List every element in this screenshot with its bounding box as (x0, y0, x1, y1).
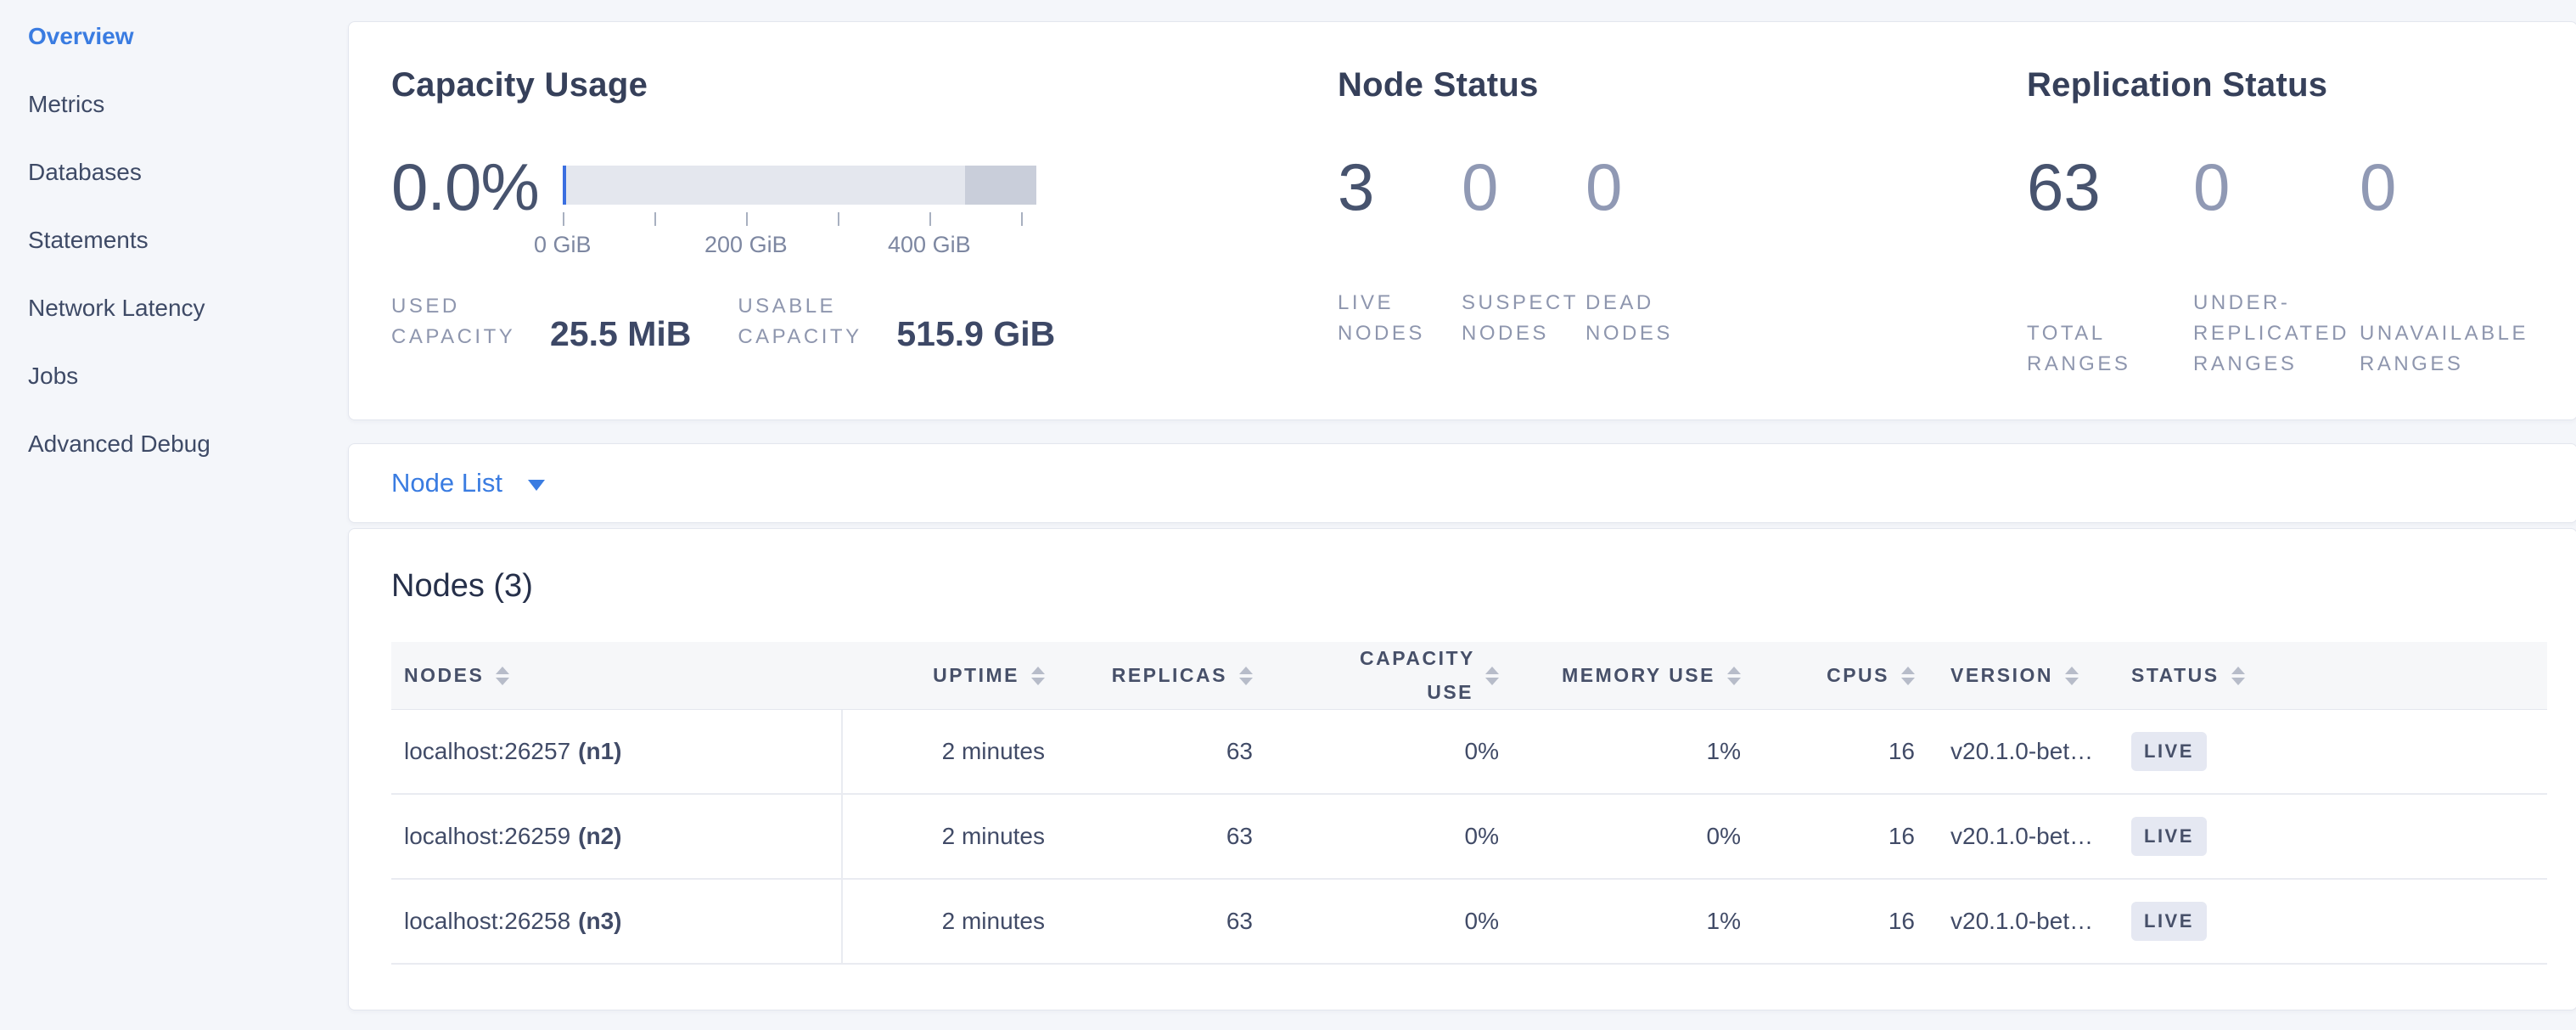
sort-icon[interactable] (2065, 667, 2079, 685)
node-list-dropdown[interactable]: Node List (391, 468, 545, 498)
sort-icon[interactable] (1485, 667, 1499, 685)
capacity-used-percent: 0.0% (391, 154, 539, 220)
sort-icon[interactable] (496, 667, 509, 685)
sort-icon[interactable] (1239, 667, 1253, 685)
cpus-cell: 16 (1741, 710, 1915, 793)
column-header-uptime[interactable]: UPTIME (843, 664, 1045, 687)
status-badge: LIVE (2131, 732, 2207, 771)
under-replicated-ranges-label: UNDER-REPLICATED RANGES (2193, 288, 2360, 380)
capacity-gauge-used-marker (563, 166, 566, 205)
sidebar-item-advanced-debug[interactable]: Advanced Debug (28, 431, 348, 499)
sort-icon[interactable] (1901, 667, 1915, 685)
live-nodes-count: 3 (1338, 154, 1462, 220)
suspect-nodes-count: 0 (1462, 154, 1585, 220)
status-badge: LIVE (2131, 902, 2207, 941)
nodes-table: NODES UPTIME REPLICAS CAPACITY USE MEMOR… (391, 642, 2547, 965)
capacity-use-cell: 0% (1253, 880, 1499, 963)
capacity-use-cell: 0% (1253, 710, 1499, 793)
table-row[interactable]: localhost:26257 (n1) 2 minutes 63 0% 1% … (391, 710, 2547, 795)
capacity-gauge-track (563, 166, 1036, 205)
cluster-summary-card: Capacity Usage 0.0% (348, 21, 2576, 420)
sort-icon[interactable] (1031, 667, 1045, 685)
axis-label-200gib: 200 GiB (704, 232, 788, 258)
node-address-cell[interactable]: localhost:26257 (n1) (391, 710, 843, 793)
capacity-gauge: 0 GiB 200 GiB 400 GiB (563, 166, 1036, 257)
node-id: (n2) (578, 823, 621, 850)
suspect-nodes-label: SUSPECT NODES (1462, 288, 1585, 349)
axis-label-0gib: 0 GiB (534, 232, 592, 258)
status-cell: LIVE (2123, 880, 2547, 963)
nodes-table-header: NODES UPTIME REPLICAS CAPACITY USE MEMOR… (391, 642, 2547, 710)
replication-status-section: Replication Status 63 0 0 TOTAL RANGES U… (2027, 66, 2526, 419)
version-cell: v20.1.0-bet… (1915, 880, 2123, 963)
uptime-cell: 2 minutes (843, 710, 1045, 793)
sidebar: Overview Metrics Databases Statements Ne… (0, 0, 348, 1030)
cpus-cell: 16 (1741, 880, 1915, 963)
uptime-cell: 2 minutes (843, 795, 1045, 878)
node-list-dropdown-label: Node List (391, 468, 502, 498)
dead-nodes-count: 0 (1585, 154, 1709, 220)
dead-nodes-label: DEAD NODES (1585, 288, 1709, 349)
usable-capacity-value: 515.9 GiB (896, 316, 1055, 352)
column-header-nodes[interactable]: NODES (391, 664, 843, 687)
unavailable-ranges-label: UNAVAILABLE RANGES (2360, 318, 2526, 380)
main-content: Capacity Usage 0.0% (348, 0, 2576, 1030)
chevron-down-icon (528, 480, 545, 491)
table-row[interactable]: localhost:26259 (n2) 2 minutes 63 0% 0% … (391, 795, 2547, 880)
replication-status-title: Replication Status (2027, 66, 2526, 104)
memory-use-cell: 0% (1499, 795, 1741, 878)
node-address-cell[interactable]: localhost:26258 (n3) (391, 880, 843, 963)
unavailable-ranges-count: 0 (2360, 154, 2526, 220)
capacity-gauge-axis-labels: 0 GiB 200 GiB 400 GiB (563, 232, 1036, 257)
column-header-replicas[interactable]: REPLICAS (1045, 664, 1253, 687)
total-ranges-count: 63 (2027, 154, 2193, 220)
sidebar-item-overview[interactable]: Overview (28, 24, 348, 92)
column-header-status[interactable]: STATUS (2123, 664, 2547, 687)
replicas-cell: 63 (1045, 795, 1253, 878)
status-badge: LIVE (2131, 817, 2207, 856)
column-header-capacity-use[interactable]: CAPACITY USE (1253, 642, 1499, 708)
table-row[interactable]: localhost:26258 (n3) 2 minutes 63 0% 1% … (391, 880, 2547, 965)
sidebar-item-statements[interactable]: Statements (28, 228, 348, 295)
used-capacity-value: 25.5 MiB (550, 316, 691, 352)
sidebar-item-jobs[interactable]: Jobs (28, 363, 348, 431)
view-selector-card: Node List (348, 443, 2576, 523)
uptime-cell: 2 minutes (843, 880, 1045, 963)
node-status-section: Node Status 3 0 0 LIVE NODES SUSPECT NOD… (1338, 66, 2027, 419)
sort-icon[interactable] (1727, 667, 1741, 685)
replicas-cell: 63 (1045, 710, 1253, 793)
usable-capacity-label: USABLE CAPACITY (738, 291, 884, 352)
capacity-usage-section: Capacity Usage 0.0% (391, 66, 1338, 419)
axis-label-400gib: 400 GiB (888, 232, 971, 258)
capacity-use-cell: 0% (1253, 795, 1499, 878)
node-id: (n1) (578, 738, 621, 765)
version-cell: v20.1.0-bet… (1915, 710, 2123, 793)
status-cell: LIVE (2123, 795, 2547, 878)
column-header-cpus[interactable]: CPUS (1741, 664, 1915, 687)
column-header-memory-use[interactable]: MEMORY USE (1499, 664, 1741, 687)
node-status-title: Node Status (1338, 66, 2027, 104)
sidebar-item-network-latency[interactable]: Network Latency (28, 295, 348, 363)
nodes-heading: Nodes (3) (391, 568, 2547, 605)
nodes-table-card: Nodes (3) NODES UPTIME REPLICAS CAPACITY… (348, 528, 2576, 1010)
capacity-usage-title: Capacity Usage (391, 66, 1338, 104)
node-address-cell[interactable]: localhost:26259 (n2) (391, 795, 843, 878)
memory-use-cell: 1% (1499, 880, 1741, 963)
version-cell: v20.1.0-bet… (1915, 795, 2123, 878)
status-cell: LIVE (2123, 710, 2547, 793)
live-nodes-label: LIVE NODES (1338, 288, 1462, 349)
cpus-cell: 16 (1741, 795, 1915, 878)
node-id: (n3) (578, 908, 621, 935)
sidebar-item-databases[interactable]: Databases (28, 160, 348, 228)
column-header-version[interactable]: VERSION (1915, 664, 2123, 687)
memory-use-cell: 1% (1499, 710, 1741, 793)
capacity-gauge-secondary-segment (965, 166, 1036, 205)
total-ranges-label: TOTAL RANGES (2027, 318, 2193, 380)
under-replicated-ranges-count: 0 (2193, 154, 2360, 220)
replicas-cell: 63 (1045, 880, 1253, 963)
used-capacity-label: USED CAPACITY (391, 291, 537, 352)
sidebar-item-metrics[interactable]: Metrics (28, 92, 348, 160)
sort-icon[interactable] (2231, 667, 2245, 685)
capacity-gauge-ticks (563, 212, 1036, 226)
